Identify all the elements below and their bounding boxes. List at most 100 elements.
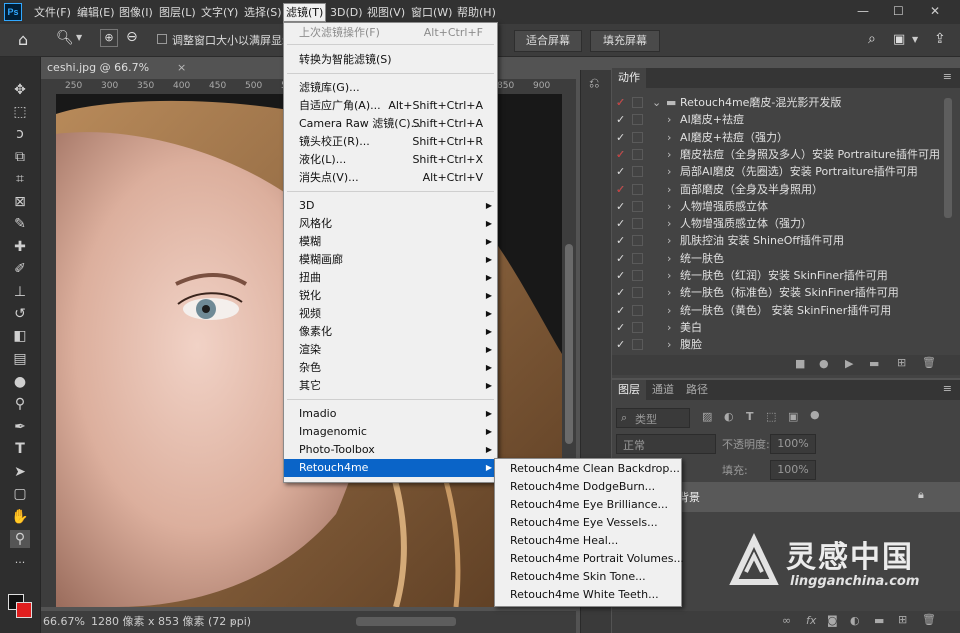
menu-item-lens-correction[interactable]: 镜头校正(R)... Shift+Ctrl+R (284, 133, 497, 151)
fit-screen-button[interactable]: 适合屏幕 (514, 30, 582, 52)
play-icon[interactable]: ▶ (845, 357, 853, 370)
submenu-item-heal[interactable]: Retouch4me Heal... (510, 532, 618, 550)
checkmark-icon[interactable]: ✓ (616, 129, 625, 146)
action-row[interactable]: ✓ › 统一肤色（标准色）安装 SkinFiner插件可用 (612, 284, 942, 301)
chevron-right-icon[interactable]: › (667, 146, 671, 163)
delete-icon[interactable]: 🗑︎ (922, 613, 936, 626)
chevron-down-icon[interactable]: ⌄ (652, 94, 661, 111)
chevron-right-icon[interactable]: › (667, 163, 671, 180)
menu-3d[interactable]: 3D(D) (328, 4, 365, 21)
layer-filter-select[interactable]: ⌕ 类型 (616, 408, 690, 428)
chevron-right-icon[interactable]: › (667, 284, 671, 301)
submenu-item-eye-brilliance[interactable]: Retouch4me Eye Brilliance... (510, 496, 668, 514)
tab-layers[interactable]: 图层 (612, 380, 646, 400)
dialog-toggle-box[interactable] (632, 97, 643, 108)
zoom-tool-icon[interactable]: 🔍︎ (56, 30, 74, 46)
submenu-item-skin-tone[interactable]: Retouch4me Skin Tone... (510, 568, 646, 586)
chevron-right-icon[interactable]: › (667, 111, 671, 128)
action-row[interactable]: ✓ › 统一肤色（黄色） 安装 SkinFiner插件可用 (612, 302, 942, 319)
eraser-tool-icon[interactable]: ◧ (10, 327, 30, 345)
menu-item-last-filter[interactable]: 上次滤镜操作(F) Alt+Ctrl+F (284, 24, 497, 42)
menu-select[interactable]: 选择(S) (242, 4, 284, 21)
horizontal-scrollbar-thumb[interactable] (356, 617, 456, 626)
checkmark-icon[interactable]: ✓ (616, 111, 625, 128)
more-tools-icon[interactable]: ··· (10, 554, 30, 572)
panel-menu-icon[interactable]: ≡ (943, 70, 952, 83)
scrollbar-thumb[interactable] (565, 244, 573, 444)
dialog-toggle-box[interactable] (632, 166, 643, 178)
action-row[interactable]: ✓ › AI磨皮+祛痘 (612, 111, 942, 128)
checkmark-icon[interactable]: ✓ (616, 232, 625, 249)
adjustment-filter-icon[interactable]: ◐ (724, 410, 734, 423)
submenu-item-portrait-volumes[interactable]: Retouch4me Portrait Volumes... (510, 550, 684, 568)
menu-item-render[interactable]: 渲染 ▶ (284, 341, 497, 359)
maximize-icon[interactable]: ☐ (893, 4, 904, 18)
chevron-right-icon[interactable]: › (667, 336, 671, 353)
menu-item-retouch4me[interactable]: Retouch4me ▶ (284, 459, 497, 477)
menu-filter[interactable]: 滤镜(T) (283, 3, 327, 22)
eyedropper-tool-icon[interactable]: ✎ (10, 215, 30, 233)
dialog-toggle-box[interactable] (632, 287, 643, 299)
zoom-level[interactable]: 66.67% (43, 611, 85, 633)
stop-icon[interactable]: ■ (795, 357, 805, 370)
dialog-toggle-box[interactable] (632, 114, 643, 126)
move-tool-icon[interactable]: ✥ (10, 81, 30, 99)
workspace-icon[interactable]: ▣ (893, 32, 905, 47)
shape-tool-icon[interactable]: ▢ (10, 485, 30, 503)
checkmark-icon[interactable]: ✓ (616, 215, 625, 232)
mask-icon[interactable]: ◙ (827, 614, 838, 627)
close-tab-icon[interactable]: × (177, 57, 186, 79)
menu-item-photo-toolbox[interactable]: Photo-Toolbox ▶ (284, 441, 497, 459)
chevron-right-icon[interactable]: › (667, 267, 671, 284)
menu-item-liquify[interactable]: 液化(L)... Shift+Ctrl+X (284, 151, 497, 169)
history-panel-icon[interactable]: ⎌ (589, 76, 599, 91)
action-row[interactable]: ✓ ✓ › 面部磨皮（全身及半身照用） (612, 181, 942, 198)
menu-view[interactable]: 视图(V) (365, 4, 407, 21)
blend-mode-select[interactable]: 正常 (616, 434, 716, 454)
checkmark-icon[interactable]: ✓ (616, 198, 625, 215)
type-filter-icon[interactable]: T (746, 410, 754, 423)
menu-window[interactable]: 窗口(W) (409, 4, 454, 21)
menu-layer[interactable]: 图层(L) (157, 4, 198, 21)
menu-item-3d[interactable]: 3D ▶ (284, 197, 497, 215)
new-layer-icon[interactable]: ⊞ (898, 613, 907, 626)
clone-stamp-tool-icon[interactable]: ⊥ (10, 283, 30, 301)
checkmark-icon[interactable]: ✓ (616, 336, 625, 353)
dialog-toggle-box[interactable] (632, 218, 643, 230)
chevron-down-icon[interactable]: ▼ (76, 33, 82, 42)
action-row[interactable]: ✓ › 肌肤控油 安装 ShineOff插件可用 (612, 232, 942, 249)
submenu-item-clean-backdrop[interactable]: Retouch4me Clean Backdrop... (510, 460, 680, 478)
zoom-out-icon[interactable]: ⊖ (126, 29, 138, 45)
dialog-toggle-box[interactable] (632, 270, 643, 281)
action-row[interactable]: ✓ ✓ › 磨皮祛痘（全身照及多人）安装 Portraiture插件可用 (612, 146, 942, 163)
background-color-swatch[interactable] (16, 602, 32, 618)
dialog-toggle-box[interactable] (632, 200, 643, 212)
record-icon[interactable]: ● (819, 357, 829, 370)
menu-item-blur-gallery[interactable]: 模糊画廊 ▶ (284, 251, 497, 269)
chevron-right-icon[interactable]: › (667, 250, 671, 267)
menu-file[interactable]: 文件(F) (32, 4, 73, 21)
action-row[interactable]: ✓ › 统一肤色 (612, 250, 942, 267)
menu-item-pixelate[interactable]: 像素化 ▶ (284, 323, 497, 341)
menu-item-stylize[interactable]: 风格化 ▶ (284, 215, 497, 233)
chevron-right-icon[interactable]: › (667, 215, 671, 232)
chevron-right-icon[interactable]: › (667, 198, 671, 215)
dialog-toggle-box[interactable] (632, 321, 643, 333)
chevron-down-icon[interactable]: ▼ (912, 35, 918, 44)
tab-paths[interactable]: 路径 (680, 380, 714, 400)
checkmark-icon[interactable]: ✓ (616, 284, 625, 301)
tab-actions[interactable]: 动作 (612, 68, 646, 88)
resize-window-checkbox[interactable] (157, 34, 167, 44)
document-tab[interactable]: ceshi.jpg @ 66.7%(RGB/8*) × (41, 57, 196, 96)
opacity-input[interactable]: 100% (770, 434, 816, 454)
menu-item-distort[interactable]: 扭曲 ▶ (284, 269, 497, 287)
chevron-right-icon[interactable]: › (231, 611, 235, 633)
menu-type[interactable]: 文字(Y) (199, 4, 240, 21)
fill-screen-button[interactable]: 填充屏幕 (590, 30, 660, 52)
lasso-tool-icon[interactable]: ↄ (10, 125, 30, 143)
menu-item-imagenomic[interactable]: Imagenomic ▶ (284, 423, 497, 441)
chevron-right-icon[interactable]: › (667, 129, 671, 146)
new-action-icon[interactable]: ⊞ (897, 356, 906, 369)
healing-brush-tool-icon[interactable]: ✚ (10, 238, 30, 256)
pen-tool-icon[interactable]: ✒ (10, 418, 30, 436)
